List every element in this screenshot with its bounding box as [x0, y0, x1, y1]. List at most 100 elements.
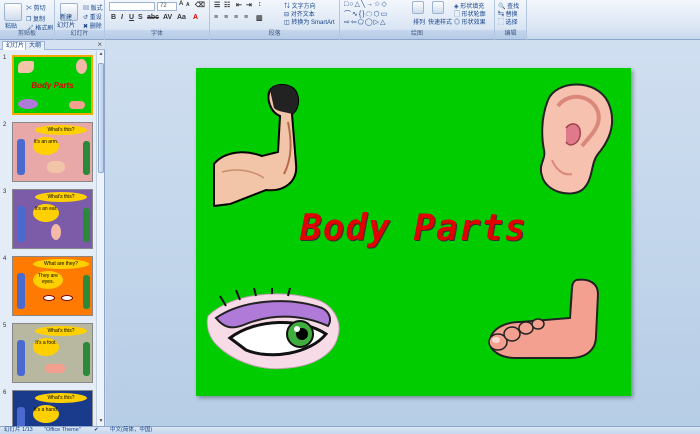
boy-figure-icon [17, 407, 25, 426]
slide-number: 4 [3, 256, 7, 262]
slide-thumbnail-6[interactable]: What's this? It's a hand. [12, 390, 93, 426]
cut-button[interactable]: ✂ 剪切 [26, 3, 46, 12]
line-spacing-button[interactable]: ↕ [258, 1, 262, 8]
ear-thumb-icon [76, 59, 87, 74]
ribbon: 粘贴 ✂ 剪切 ❐ 复制 🖌 格式刷 剪贴板 新建 幻灯片 ▤ 版式 ↺ 重设 … [0, 0, 700, 40]
scroll-up-icon[interactable]: ▲ [97, 51, 105, 59]
theme-status[interactable]: "Office Theme" [44, 427, 81, 434]
editing-group: 🔍 查找 ↹ 替换 ⬚ 选择 编辑 [495, 0, 527, 40]
drawing-group: □○△╲→☆◇ ⌒∿{}☁⬡▭ ⇨⇦⬠◯▷△ 排列 快速样式 ◈ 形状填充 ▢ … [340, 0, 495, 40]
slide-thumbnail-row[interactable]: 4 What are they? They are eyes. [0, 254, 96, 320]
slide-number: 2 [3, 122, 7, 128]
grow-font-button[interactable]: A [179, 1, 183, 7]
bullets-button[interactable]: ☰ [214, 1, 220, 9]
bold-button[interactable]: B [111, 14, 116, 21]
slides-group: 新建 幻灯片 ▤ 版式 ↺ 重设 ✖ 删除 幻灯片 [55, 0, 105, 40]
slide-thumbnail-row[interactable]: 6 What's this? It's a hand. [0, 388, 96, 426]
question-bubble: What's this? [35, 326, 87, 336]
columns-button[interactable]: ▥ [256, 14, 263, 22]
ear-image[interactable] [536, 80, 616, 196]
foot-image[interactable] [486, 278, 606, 364]
panel-tabs: 幻灯片 大纲 × [0, 40, 105, 50]
arm-thumb-icon [18, 61, 34, 73]
paste-icon[interactable] [4, 3, 22, 21]
slide-thumbnail-5[interactable]: What's this? It's a foot. [12, 323, 93, 383]
slide-title[interactable]: Body Parts [196, 208, 631, 249]
slide-number: 6 [3, 390, 7, 396]
thumbnail-scrollbar[interactable]: ▲ ▼ [96, 51, 104, 426]
slide-thumbnail-1[interactable]: Body Parts [12, 55, 93, 115]
arrange-button[interactable]: 排列 [413, 17, 425, 26]
increase-indent-button[interactable]: ⇥ [246, 1, 252, 9]
align-right-button[interactable]: ≡ [234, 14, 238, 21]
slide-canvas[interactable]: Body Parts [196, 68, 631, 396]
thumb-title: Body Parts [31, 81, 74, 90]
status-bar: 幻灯片 1/13 "Office Theme" ✔ 中文(简体，中国) [0, 426, 700, 434]
slide-thumbnail-row[interactable]: 1 Body Parts [0, 53, 96, 119]
font-size-combo[interactable]: 72 [157, 2, 177, 11]
scroll-thumb[interactable] [98, 63, 104, 173]
quick-styles-button[interactable]: 快速样式 [428, 17, 452, 26]
slide-thumbnail-row[interactable]: 2 What's this? It's an arm. [0, 120, 96, 186]
font-group-label: 字体 [105, 30, 209, 39]
quick-styles-icon[interactable] [432, 1, 444, 14]
slide-thumbnail-4[interactable]: What are they? They are eyes. [12, 256, 93, 316]
scroll-down-icon[interactable]: ▼ [97, 418, 105, 426]
select-button[interactable]: ⬚ 选择 [498, 17, 518, 26]
question-bubble: What's this? [35, 125, 87, 135]
clear-format-icon[interactable]: ⌫ [195, 1, 205, 9]
eye-thumb-icon [61, 295, 73, 301]
man-figure-icon [83, 208, 90, 242]
foot-thumb-icon [45, 364, 65, 373]
shrink-font-button[interactable]: A [186, 2, 190, 8]
shape-effects-button[interactable]: ◎ 形状效果 [454, 17, 486, 26]
thumbnail-list: 1 Body Parts 2 What's this? It's an arm.… [0, 51, 96, 426]
delete-slide-button[interactable]: ✖ 删除 [83, 21, 102, 30]
shapes-gallery-row3[interactable]: ⇨⇦⬠◯▷△ [344, 18, 386, 26]
shadow-button[interactable]: S [138, 14, 143, 21]
clipboard-group-label: 剪贴板 [0, 30, 54, 39]
layout-button[interactable]: ▤ 版式 [83, 3, 103, 12]
strikethrough-button[interactable]: abc [147, 14, 159, 21]
underline-button[interactable]: U [129, 14, 134, 21]
slide-thumbnail-3[interactable]: What's this? It's an ear. [12, 189, 93, 249]
boy-figure-icon [17, 206, 25, 242]
align-center-button[interactable]: ≡ [224, 14, 228, 21]
align-left-button[interactable]: ≡ [214, 14, 218, 21]
new-slide-sub-label[interactable]: 幻灯片 [57, 20, 75, 29]
answer-bubble: It's a hand. [33, 405, 59, 423]
man-figure-icon [83, 141, 90, 175]
change-case-button[interactable]: Aa [177, 14, 186, 21]
eye-thumb-icon [18, 99, 38, 109]
question-bubble: What's this? [35, 192, 87, 202]
close-icon[interactable]: × [97, 40, 102, 49]
arm-thumb-icon [47, 161, 65, 173]
italic-button[interactable]: I [121, 14, 123, 21]
slide-editor: Body Parts [106, 40, 700, 426]
shapes-gallery-row1[interactable]: □○△╲→☆◇ [344, 0, 388, 8]
arm-image[interactable] [212, 82, 312, 208]
copy-button[interactable]: ❐ 复制 [26, 14, 45, 23]
eye-image[interactable] [206, 288, 342, 372]
editing-group-label: 编辑 [495, 30, 526, 39]
paste-button[interactable]: 粘贴 [5, 21, 17, 30]
spellcheck-icon[interactable]: ✔ [94, 427, 99, 434]
justify-button[interactable]: ≡ [244, 14, 248, 21]
font-color-button[interactable]: A [193, 14, 198, 21]
man-figure-icon [83, 275, 90, 309]
reset-button[interactable]: ↺ 重设 [83, 12, 102, 21]
slide-thumbnail-row[interactable]: 3 What's this? It's an ear. [0, 187, 96, 253]
arrange-icon[interactable] [412, 1, 424, 14]
font-group: 72 A A ⌫ B I U S abc AV Aa A 字体 [105, 0, 210, 40]
language-status[interactable]: 中文(简体，中国) [110, 427, 152, 434]
smartart-button[interactable]: ◫ 转换为 SmartArt [284, 17, 335, 26]
tab-outline[interactable]: 大纲 [25, 41, 46, 50]
man-figure-icon [83, 342, 90, 376]
decrease-indent-button[interactable]: ⇤ [236, 1, 242, 9]
answer-bubble: They are eyes. [33, 271, 63, 289]
char-spacing-button[interactable]: AV [163, 14, 172, 21]
slide-thumbnail-2[interactable]: What's this? It's an arm. [12, 122, 93, 182]
slide-thumbnail-row[interactable]: 5 What's this? It's a foot. [0, 321, 96, 387]
font-name-combo[interactable] [109, 2, 155, 11]
numbering-button[interactable]: ☷ [224, 1, 230, 9]
